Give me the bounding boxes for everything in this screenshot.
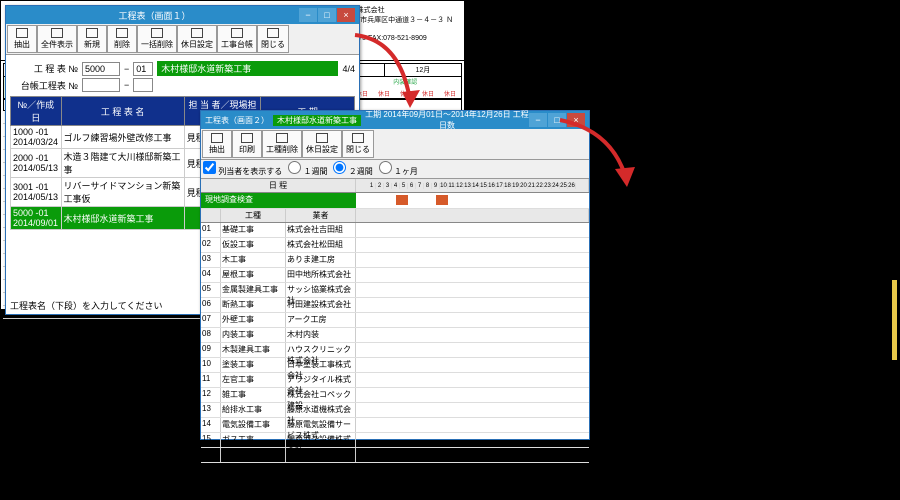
tbtn-新規[interactable]: 新規 bbox=[77, 25, 107, 53]
gantt-row[interactable]: 04屋根工事田中地所株式会社 bbox=[201, 268, 589, 283]
status-text: 工程表名（下段）を入力してください bbox=[10, 299, 162, 312]
close-button[interactable]: × bbox=[337, 8, 355, 22]
gantt-row[interactable]: 10塗装工事日本塗装工事株式会社 bbox=[201, 358, 589, 373]
w2-toolbar: 抽出印刷工種削除休日設定閉じる bbox=[201, 129, 589, 160]
code2-input[interactable] bbox=[133, 62, 153, 76]
tbtn-閉じる[interactable]: 閉じる bbox=[257, 25, 289, 53]
ledger-label: 台帳工程表 № bbox=[10, 79, 78, 92]
tbtn-抽出[interactable]: 抽出 bbox=[7, 25, 37, 53]
max-button[interactable]: □ bbox=[318, 8, 336, 22]
gantt-row[interactable]: 07外壁工事アーク工房 bbox=[201, 313, 589, 328]
w1-toolbar: 抽出全件表示新規削除一括削除休日設定工事台帳閉じる bbox=[6, 24, 359, 55]
w2-period: 工期 2014年09月01日～2014年12月26日 工程日数 bbox=[365, 109, 529, 131]
gantt-row[interactable]: 14電気設備工事藤原電気設備サービス株式 bbox=[201, 418, 589, 433]
counter: 4/4 bbox=[342, 64, 355, 74]
tbtn-印刷[interactable]: 印刷 bbox=[232, 130, 262, 158]
ledger-input[interactable] bbox=[82, 78, 120, 92]
w2-options: 列当者を表示する １週間 ２週間 １ヶ月 bbox=[201, 160, 589, 179]
tbtn-一括削除[interactable]: 一括削除 bbox=[137, 25, 177, 53]
date-header: 日 程 bbox=[201, 179, 356, 192]
tbtn-休日設定[interactable]: 休日設定 bbox=[177, 25, 217, 53]
range-2week[interactable]: ２週間 bbox=[333, 161, 372, 177]
staff-checkbox[interactable]: 列当者を表示する bbox=[203, 161, 282, 177]
range-1month[interactable]: １ヶ月 bbox=[379, 161, 418, 177]
tbtn-削除[interactable]: 削除 bbox=[107, 25, 137, 53]
gantt-row[interactable]: 01基礎工事株式会社吉田組 bbox=[201, 223, 589, 238]
tbtn-閉じる[interactable]: 閉じる bbox=[342, 130, 374, 158]
col-task: 工種 bbox=[221, 209, 286, 222]
w1-title: 工程表（画面１） bbox=[10, 9, 299, 22]
gantt-row[interactable]: 06断熱工事村田建設株式会社 bbox=[201, 298, 589, 313]
w2-project: 木村様邸水道新築工事 bbox=[273, 115, 361, 126]
min-button[interactable]: − bbox=[299, 8, 317, 22]
gantt-row[interactable]: 16検査 bbox=[201, 448, 589, 463]
tbtn-全件表示[interactable]: 全件表示 bbox=[37, 25, 77, 53]
gantt-row[interactable]: 08内装工事木村内装 bbox=[201, 328, 589, 343]
gantt-row[interactable]: 03木工事ありま建工房 bbox=[201, 253, 589, 268]
max-button[interactable]: □ bbox=[548, 113, 566, 127]
gold-strip bbox=[892, 280, 897, 360]
inspection-row: 現地調査検査 bbox=[201, 193, 356, 208]
gantt-row[interactable]: 05金属製建具工事サッシ協業株式会社 bbox=[201, 283, 589, 298]
code-label: 工 程 表 № bbox=[10, 62, 78, 75]
min-button[interactable]: − bbox=[529, 113, 547, 127]
code-input[interactable] bbox=[82, 62, 120, 76]
gantt-edit-window: 工程表（画面２） 木村様邸水道新築工事 工期 2014年09月01日～2014年… bbox=[200, 110, 590, 440]
tbtn-抽出[interactable]: 抽出 bbox=[202, 130, 232, 158]
w2-titlebar: 工程表（画面２） 木村様邸水道新築工事 工期 2014年09月01日～2014年… bbox=[201, 111, 589, 129]
ledger-input2[interactable] bbox=[133, 78, 153, 92]
close-button[interactable]: × bbox=[567, 113, 585, 127]
range-1week[interactable]: １週間 bbox=[288, 161, 327, 177]
gantt-row[interactable]: 02仮設工事株式会社松田組 bbox=[201, 238, 589, 253]
gantt-row[interactable]: 11左官工事アワジタイル株式会社 bbox=[201, 373, 589, 388]
gantt-row[interactable]: 09木製建具工事ハウスクリニック株式会社 bbox=[201, 343, 589, 358]
col-company: 業者 bbox=[286, 209, 356, 222]
gantt-row[interactable]: 12雑工事株式会社コペック建設 bbox=[201, 388, 589, 403]
gantt-row[interactable]: 15ガス工事関西ガス設備株式会社 bbox=[201, 433, 589, 448]
tbtn-工事台帳[interactable]: 工事台帳 bbox=[217, 25, 257, 53]
tbtn-休日設定[interactable]: 休日設定 bbox=[302, 130, 342, 158]
w1-titlebar: 工程表（画面１） − □ × bbox=[6, 6, 359, 24]
project-name-bar: 木村様邸水道新築工事 bbox=[157, 61, 338, 76]
gantt-row[interactable]: 13給排水工事藤原水道機株式会社 bbox=[201, 403, 589, 418]
tbtn-工種削除[interactable]: 工種削除 bbox=[262, 130, 302, 158]
